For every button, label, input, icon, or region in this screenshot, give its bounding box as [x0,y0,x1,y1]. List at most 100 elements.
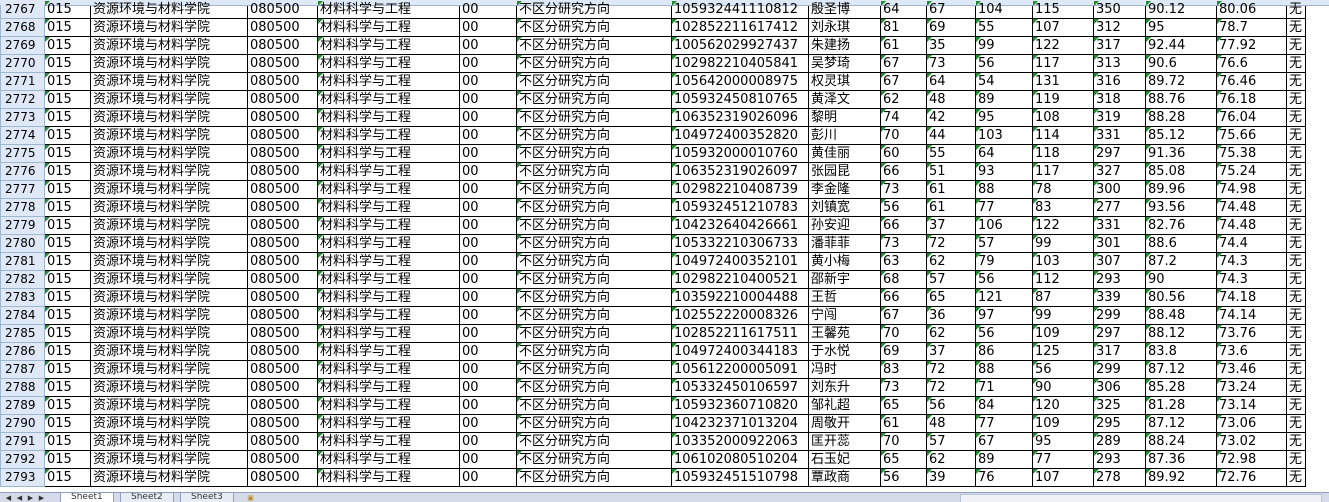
cell[interactable]: 327 [1093,162,1146,181]
cell[interactable]: 102982210408739 [671,180,809,199]
cell[interactable]: 无 [1286,414,1306,433]
cell[interactable]: 00 [459,324,517,343]
cell[interactable]: 35 [926,36,976,55]
cell[interactable]: 不区分研究方向 [516,144,672,163]
cell[interactable]: 015 [44,360,91,379]
cell[interactable]: 105612200005091 [671,360,809,379]
cell[interactable]: 资源环境与材料学院 [90,0,248,19]
cell[interactable]: 材料科学与工程 [317,54,460,73]
cell[interactable]: 105932451510798 [671,468,809,487]
cell[interactable]: 015 [44,396,91,415]
cell[interactable]: 王哲 [808,288,881,307]
cell[interactable]: 317 [1093,342,1146,361]
cell[interactable]: 黄小梅 [808,252,881,271]
cell[interactable]: 74.48 [1216,216,1287,235]
cell[interactable]: 64 [880,0,927,19]
cell[interactable]: 资源环境与材料学院 [90,342,248,361]
cell[interactable]: 015 [44,162,91,181]
cell[interactable]: 080500 [247,54,318,73]
cell[interactable]: 无 [1286,198,1306,217]
cell[interactable]: 62 [926,252,976,271]
cell[interactable]: 无 [1286,144,1306,163]
cell[interactable]: 79 [975,252,1033,271]
cell[interactable]: 00 [459,450,517,469]
cell[interactable]: 黎明 [808,108,881,127]
cell[interactable]: 76.46 [1216,72,1287,91]
cell[interactable]: 289 [1093,432,1146,451]
cell[interactable]: 299 [1093,306,1146,325]
cell[interactable]: 无 [1286,378,1306,397]
cell[interactable]: 无 [1286,54,1306,73]
cell[interactable]: 不区分研究方向 [516,288,672,307]
cell[interactable]: 71 [975,378,1033,397]
cell[interactable]: 90 [1032,378,1094,397]
cell[interactable]: 105932360710820 [671,396,809,415]
cell[interactable]: 080500 [247,414,318,433]
cell[interactable]: 资源环境与材料学院 [90,396,248,415]
cell[interactable]: 于水悦 [808,342,881,361]
cell[interactable]: 86 [975,342,1033,361]
cell[interactable]: 102552220008326 [671,306,809,325]
cell[interactable]: 306 [1093,378,1146,397]
cell[interactable]: 117 [1032,162,1094,181]
cell[interactable]: 材料科学与工程 [317,108,460,127]
cell[interactable]: 资源环境与材料学院 [90,378,248,397]
spreadsheet-grid[interactable]: 2767 015 资源环境与材料学院 080500 材料科学与工程 00 不区分研究方向 10… [0,0,1329,492]
cell[interactable]: 107 [1032,468,1094,487]
cell[interactable]: 88.48 [1145,306,1217,325]
cell[interactable]: 112 [1032,270,1094,289]
cell[interactable]: 00 [459,126,517,145]
cell[interactable]: 297 [1093,324,1146,343]
row-header[interactable]: 2768 [0,18,45,37]
cell[interactable]: 080500 [247,378,318,397]
cell[interactable]: 103 [1032,252,1094,271]
cell[interactable]: 材料科学与工程 [317,288,460,307]
cell[interactable]: 76.04 [1216,108,1287,127]
cell[interactable]: 冯时 [808,360,881,379]
cell[interactable]: 55 [975,18,1033,37]
cell[interactable]: 黄佳丽 [808,144,881,163]
cell[interactable]: 080500 [247,144,318,163]
cell[interactable]: 朱建扬 [808,36,881,55]
cell[interactable]: 339 [1093,288,1146,307]
cell[interactable]: 56 [880,198,927,217]
cell[interactable]: 68 [880,270,927,289]
cell[interactable]: 015 [44,252,91,271]
cell[interactable]: 无 [1286,288,1306,307]
cell[interactable]: 材料科学与工程 [317,342,460,361]
cell[interactable]: 无 [1286,0,1306,19]
cell[interactable]: 无 [1286,108,1306,127]
cell[interactable]: 72 [926,378,976,397]
cell[interactable]: 91.36 [1145,144,1217,163]
cell[interactable]: 资源环境与材料学院 [90,36,248,55]
cell[interactable]: 105932450810765 [671,90,809,109]
cell[interactable]: 56 [975,324,1033,343]
cell[interactable]: 325 [1093,396,1146,415]
cell[interactable]: 资源环境与材料学院 [90,162,248,181]
cell[interactable]: 109 [1032,324,1094,343]
cell[interactable]: 84 [975,396,1033,415]
cell[interactable]: 材料科学与工程 [317,450,460,469]
cell[interactable]: 67 [880,72,927,91]
cell[interactable]: 97 [975,306,1033,325]
cell[interactable]: 66 [880,288,927,307]
cell[interactable]: 99 [1032,234,1094,253]
cell[interactable]: 080500 [247,90,318,109]
cell[interactable]: 350 [1093,0,1146,19]
cell[interactable]: 102982210400521 [671,270,809,289]
cell[interactable]: 资源环境与材料学院 [90,288,248,307]
cell[interactable]: 104 [975,0,1033,19]
cell[interactable]: 00 [459,180,517,199]
cell[interactable]: 015 [44,144,91,163]
cell[interactable]: 石玉妃 [808,450,881,469]
cell[interactable]: 彭川 [808,126,881,145]
cell[interactable]: 00 [459,432,517,451]
cell[interactable]: 00 [459,270,517,289]
cell[interactable]: 无 [1286,252,1306,271]
cell[interactable]: 00 [459,252,517,271]
cell[interactable]: 92.44 [1145,36,1217,55]
cell[interactable]: 88 [975,360,1033,379]
cell[interactable]: 080500 [247,126,318,145]
cell[interactable]: 60 [880,144,927,163]
cell[interactable]: 资源环境与材料学院 [90,450,248,469]
